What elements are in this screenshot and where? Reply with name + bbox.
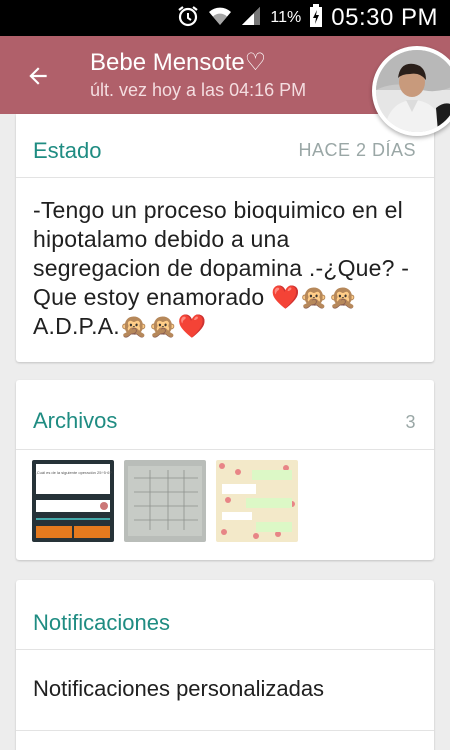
file-thumb-chat[interactable] — [216, 460, 298, 542]
signal-icon — [240, 5, 262, 32]
status-card: Estado HACE 2 DÍAS -Tengo un proceso bio… — [16, 114, 434, 362]
custom-notifications-item[interactable]: Notificaciones personalizadas — [33, 676, 324, 702]
status-card-header: Estado HACE 2 DÍAS — [16, 114, 434, 178]
files-count: 3 — [405, 412, 416, 432]
quiz-caption: ¿Cuál es de la siguiente operación 25÷5·… — [34, 470, 112, 475]
notifications-card: Notificaciones Notificaciones personaliz… — [16, 580, 434, 750]
files-card: Archivos 3 ¿Cuál es de la siguiente oper… — [16, 380, 434, 560]
back-button[interactable] — [18, 56, 58, 96]
status-age: HACE 2 DÍAS — [298, 140, 416, 160]
file-thumb-quiz[interactable]: ¿Cuál es de la siguiente operación 25÷5·… — [32, 460, 114, 542]
notifications-title: Notificaciones — [33, 610, 170, 635]
alarm-icon — [176, 4, 200, 33]
wifi-icon — [208, 5, 232, 32]
file-thumb-table[interactable] — [124, 460, 206, 542]
files-thumbnails: ¿Cuál es de la siguiente operación 25÷5·… — [32, 460, 298, 542]
files-card-header[interactable]: Archivos 3 — [16, 380, 434, 450]
battery-charging-icon — [309, 3, 323, 33]
status-text: -Tengo un proceso bioquimico en el hipot… — [33, 197, 410, 339]
battery-percent: 11% — [270, 9, 302, 26]
system-status-bar: 11% 05:30 PM — [0, 0, 450, 36]
clock: 05:30 PM — [331, 4, 438, 31]
divider — [16, 730, 434, 731]
notifications-card-header: Notificaciones — [16, 580, 434, 650]
files-title: Archivos — [33, 408, 118, 433]
status-title: Estado — [33, 138, 102, 163]
arrow-back-icon — [29, 67, 47, 85]
last-seen: últ. vez hoy a las 04:16 PM — [90, 80, 307, 100]
contact-name[interactable]: Bebe Mensote♡ — [90, 48, 266, 77]
